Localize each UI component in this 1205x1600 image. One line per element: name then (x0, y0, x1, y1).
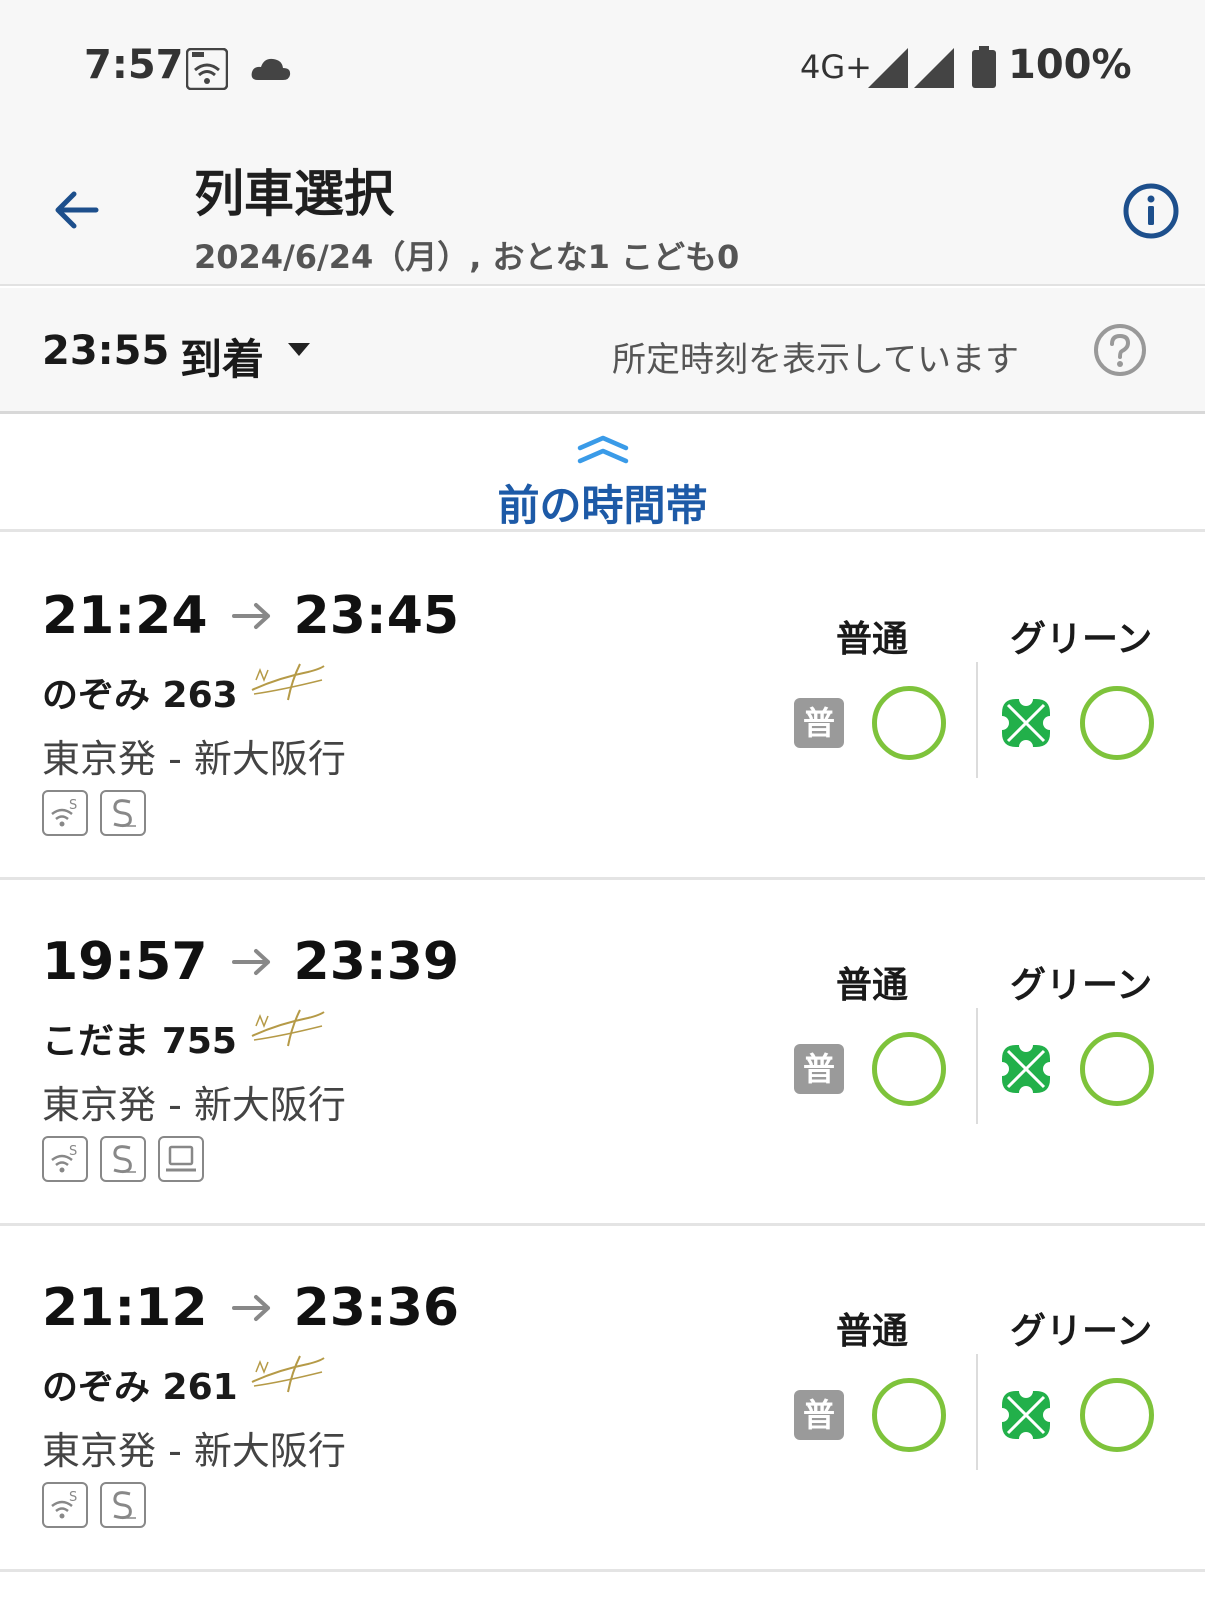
train-route: 東京発 - 新大阪行 (42, 1429, 346, 1473)
wifi-s-icon: S (42, 1136, 88, 1182)
standard-seat-available-icon[interactable] (872, 1378, 946, 1452)
departure-time: 19:57 (42, 932, 208, 992)
standard-seat-header: 普通 (836, 619, 909, 660)
seat-divider (976, 1354, 978, 1470)
standard-seat-badge: 普 (794, 1390, 844, 1440)
green-car-icon (1000, 697, 1052, 749)
filter-bar: 23:55 到着 所定時刻を表示しています (0, 288, 1205, 414)
svg-text:S: S (69, 1490, 77, 1505)
seat-divider (976, 1008, 978, 1124)
train-times: 19:57 23:39 (42, 932, 459, 992)
s-work-icon (100, 1136, 146, 1182)
cloud-icon (251, 58, 291, 80)
green-car-icon (1000, 1389, 1052, 1441)
status-time: 7:57 (84, 42, 184, 88)
train-features: S (42, 1482, 158, 1530)
app-header: 列車選択 2024/6/24（月）, おとな1 こども0 (0, 132, 1205, 286)
green-seat-header: グリーン (1010, 965, 1153, 1006)
green-car-icon (1000, 1043, 1052, 1095)
departure-time: 21:24 (42, 586, 208, 646)
info-icon[interactable] (1122, 182, 1180, 240)
train-route: 東京発 - 新大阪行 (42, 737, 346, 781)
battery-icon (972, 46, 996, 88)
svg-text:S: S (69, 1144, 77, 1159)
green-seat-available-icon[interactable] (1080, 1032, 1154, 1106)
au-wifi-icon (186, 48, 228, 90)
double-chevron-up-icon (577, 435, 629, 464)
arrow-right-icon (231, 949, 270, 975)
page-title: 列車選択 (194, 165, 394, 223)
standard-seat-header: 普通 (836, 965, 909, 1006)
standard-seat-badge: 普 (794, 1044, 844, 1094)
arrival-time: 23:36 (293, 1278, 460, 1338)
back-arrow-icon[interactable] (48, 182, 104, 238)
train-name: のぞみ 261 (42, 1367, 238, 1408)
train-card[interactable]: 19:57 23:39 こだま 755 東京発 - 新大阪行 S 普通 グリーン … (0, 880, 1205, 1226)
standard-seat-available-icon[interactable] (872, 1032, 946, 1106)
arrival-time: 23:39 (293, 932, 460, 992)
signal-icon (914, 48, 954, 88)
train-route: 東京発 - 新大阪行 (42, 1083, 346, 1127)
train-name: こだま 755 (42, 1021, 237, 1062)
network-type: 4G+ (800, 48, 872, 86)
status-bar: 7:57 4G+ 100% (0, 0, 1205, 132)
battery-percent: 100% (1008, 42, 1132, 88)
train-times: 21:24 23:45 (42, 586, 459, 646)
previous-time-band-button[interactable]: 前の時間帯 (0, 416, 1205, 532)
s-work-icon (100, 790, 146, 836)
train-name: のぞみ 263 (42, 675, 238, 716)
seat-divider (976, 662, 978, 778)
schedule-note: 所定時刻を表示しています (612, 340, 1019, 380)
n700s-logo-icon (251, 1355, 325, 1393)
arrow-right-icon (231, 1295, 270, 1321)
green-seat-available-icon[interactable] (1080, 686, 1154, 760)
s-work-icon (100, 1482, 146, 1528)
standard-seat-header: 普通 (836, 1311, 909, 1352)
train-card[interactable]: 21:12 23:36 のぞみ 261 東京発 - 新大阪行 S 普通 グリーン … (0, 1226, 1205, 1572)
svg-text:S: S (69, 798, 77, 813)
caret-down-icon[interactable] (288, 343, 310, 357)
signal-icon (868, 48, 908, 88)
standard-seat-badge: 普 (794, 698, 844, 748)
green-seat-available-icon[interactable] (1080, 1378, 1154, 1452)
green-seat-header: グリーン (1010, 1311, 1153, 1352)
wifi-s-icon: S (42, 1482, 88, 1528)
n700s-logo-icon (251, 663, 325, 701)
green-seat-header: グリーン (1010, 619, 1153, 660)
wifi-s-icon: S (42, 790, 88, 836)
filter-time[interactable]: 23:55 (42, 328, 169, 374)
arrival-time: 23:45 (293, 586, 460, 646)
n700s-logo-icon (251, 1009, 325, 1047)
arrow-right-icon (231, 603, 270, 629)
train-times: 21:12 23:36 (42, 1278, 459, 1338)
filter-mode[interactable]: 到着 (180, 326, 264, 387)
page-subtitle: 2024/6/24（月）, おとな1 こども0 (194, 238, 740, 276)
previous-time-band-label: 前の時間帯 (497, 481, 708, 530)
departure-time: 21:12 (42, 1278, 208, 1338)
laptop-icon (158, 1136, 204, 1182)
help-icon[interactable] (1092, 322, 1148, 378)
train-card[interactable]: 21:24 23:45 のぞみ 263 東京発 - 新大阪行 S 普通 グリーン … (0, 534, 1205, 880)
train-features: S (42, 790, 158, 838)
standard-seat-available-icon[interactable] (872, 686, 946, 760)
train-features: S (42, 1136, 216, 1184)
